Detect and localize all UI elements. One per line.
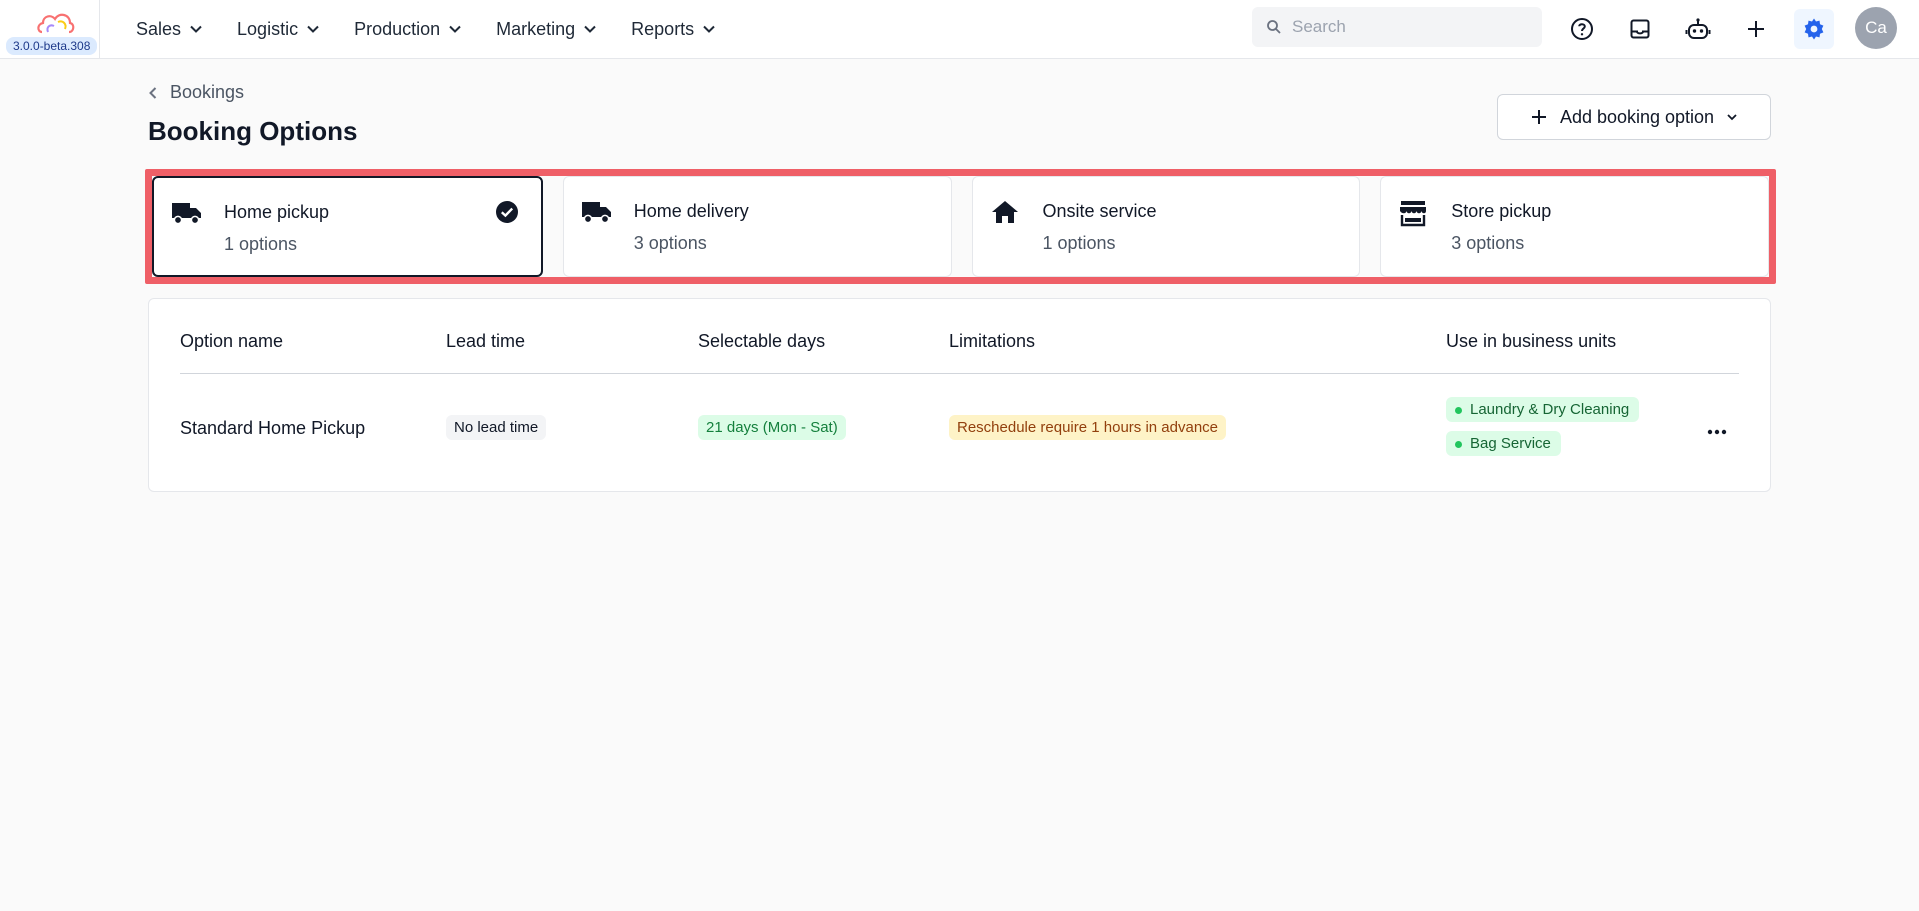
chevron-down-icon: [190, 25, 202, 33]
column-header-option-name: Option name: [180, 331, 284, 351]
cloud-logo-icon: [37, 13, 75, 33]
row-actions-button[interactable]: [1702, 417, 1732, 447]
business-unit-badge: Bag Service: [1446, 431, 1561, 456]
card-count: 1 options: [224, 234, 298, 254]
toolbar-icons: [1562, 9, 1834, 49]
booking-type-cards: Home pickup 1 options Home delivery 3 op…: [152, 176, 1769, 277]
nav-label: Logistic: [237, 18, 299, 39]
card-count: 1 options: [1042, 233, 1116, 253]
booking-type-card-onsite-service[interactable]: Onsite service 1 options: [971, 176, 1361, 277]
settings-button[interactable]: [1794, 9, 1834, 49]
nav-label: Production: [354, 18, 441, 39]
user-avatar[interactable]: Ca: [1855, 7, 1897, 49]
inbox-button[interactable]: [1620, 9, 1660, 49]
store-icon: [1400, 201, 1427, 227]
chevron-down-icon: [584, 25, 596, 33]
settings-icon: [1804, 18, 1824, 40]
header-divider: [180, 373, 1739, 374]
chevron-left-icon: [149, 86, 157, 99]
option-name: Standard Home Pickup: [180, 418, 366, 438]
booking-type-card-store-pickup[interactable]: Store pickup 3 options: [1380, 176, 1769, 277]
inbox-icon: [1630, 19, 1650, 39]
add-booking-option-button[interactable]: Add booking option: [1497, 94, 1771, 140]
status-dot: [1455, 407, 1462, 414]
selectable-days-badge: 21 days (Mon - Sat): [698, 415, 846, 440]
help-button[interactable]: [1562, 9, 1602, 49]
nav-marketing[interactable]: Marketing: [496, 19, 597, 40]
chevron-down-icon: [449, 25, 461, 33]
chevron-down-icon: [703, 25, 715, 33]
search-box[interactable]: [1252, 7, 1542, 47]
nav-production[interactable]: Production: [354, 19, 462, 40]
card-name: Home pickup: [224, 202, 330, 222]
column-header-lead-time: Lead time: [446, 331, 526, 351]
booking-type-card-home-pickup[interactable]: Home pickup 1 options: [152, 176, 543, 277]
card-name: Home delivery: [633, 201, 749, 221]
chevron-down-icon: [1727, 114, 1737, 121]
truck-icon: [581, 202, 611, 224]
column-header-limitations: Limitations: [949, 331, 1036, 351]
plus-icon: [1748, 21, 1764, 37]
column-header-business-units: Use in business units: [1446, 331, 1617, 351]
breadcrumb-label: Bookings: [170, 82, 245, 102]
chevron-down-icon: [307, 25, 319, 33]
more-horizontal-icon: [1707, 429, 1727, 435]
business-unit-badge: Laundry & Dry Cleaning: [1446, 397, 1640, 422]
card-count: 3 options: [1451, 233, 1525, 253]
bot-icon: [1685, 18, 1711, 39]
add-booking-option-label: Add booking option: [1559, 106, 1715, 127]
top-navigation-bar: 3.0.0-beta.308 Sales Logistic Production…: [0, 0, 1919, 59]
page-title: Booking Options: [148, 116, 358, 146]
booking-type-card-home-delivery[interactable]: Home delivery 3 options: [562, 176, 952, 277]
house-icon: [991, 201, 1018, 223]
nav-logistic[interactable]: Logistic: [237, 19, 320, 40]
truck-icon: [172, 203, 201, 225]
version-badge: 3.0.0-beta.308: [6, 36, 98, 55]
card-name: Onsite service: [1042, 201, 1157, 221]
nav-sales[interactable]: Sales: [136, 19, 203, 40]
plus-icon: [1531, 110, 1546, 124]
create-button[interactable]: [1736, 9, 1776, 49]
business-unit-label: Bag Service: [1470, 435, 1551, 452]
card-count: 3 options: [633, 233, 707, 253]
status-dot: [1455, 441, 1462, 448]
business-unit-label: Laundry & Dry Cleaning: [1470, 401, 1630, 418]
check-circle-icon: [495, 201, 518, 223]
breadcrumb[interactable]: Bookings: [148, 82, 244, 103]
nav-label: Sales: [136, 18, 182, 39]
booking-options-table: Option name Lead time Selectable days Li…: [148, 298, 1771, 492]
help-icon: [1571, 18, 1593, 40]
assistant-button[interactable]: [1678, 9, 1718, 49]
column-header-selectable-days: Selectable days: [698, 331, 826, 351]
nav-label: Reports: [631, 18, 695, 39]
search-input[interactable]: [1292, 17, 1512, 37]
limitations-badge: Reschedule require 1 hours in advance: [949, 415, 1226, 440]
nav-reports[interactable]: Reports: [631, 19, 716, 40]
search-icon: [1267, 20, 1281, 34]
main-nav: Sales Logistic Production Marketing Repo…: [136, 19, 750, 40]
app-logo[interactable]: 3.0.0-beta.308: [0, 0, 100, 59]
card-name: Store pickup: [1451, 201, 1552, 221]
nav-label: Marketing: [496, 18, 576, 39]
lead-time-badge: No lead time: [446, 415, 547, 440]
